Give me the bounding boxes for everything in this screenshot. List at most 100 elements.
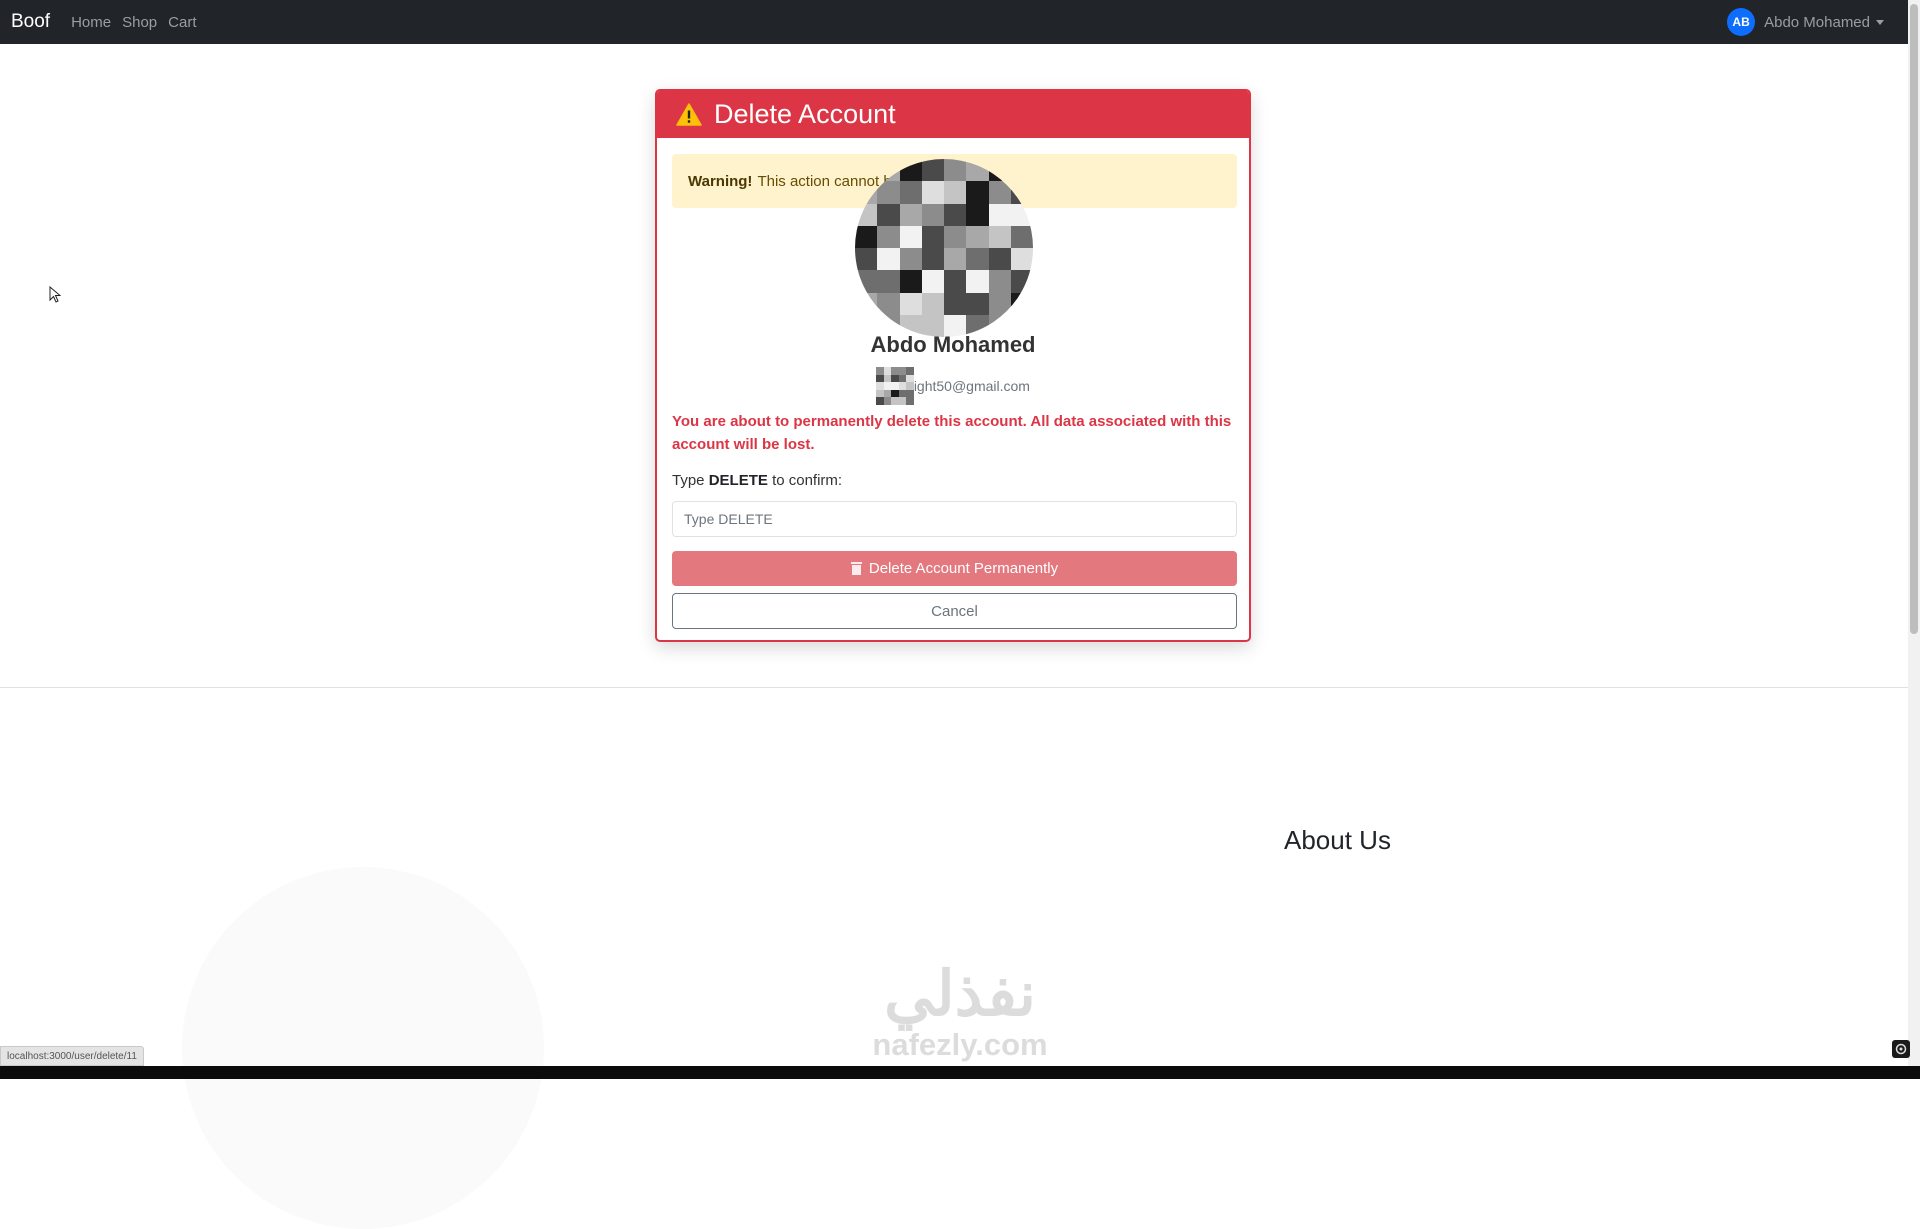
mosaic-cell [876,367,884,375]
mosaic-cell [988,292,1011,315]
mosaic-cell [883,389,892,398]
mosaic-cell [877,292,900,315]
confirm-prefix: Type [672,472,705,489]
mosaic-cell [876,397,884,405]
mosaic-cell [899,203,922,226]
mosaic-cell [906,397,915,405]
mosaic-cell [855,248,878,271]
card-header: Delete Account [657,91,1249,138]
mosaic-cell [944,159,967,182]
user-menu-dropdown[interactable]: AB Abdo Mohamed [1727,0,1884,44]
mosaic-cell [1010,225,1033,248]
scrollbar-thumb[interactable] [1910,4,1918,634]
mosaic-cell [898,389,907,398]
mosaic-cell [906,389,915,398]
mosaic-cell [883,382,892,390]
mosaic-cell [898,382,907,390]
mosaic-cell [906,367,915,375]
confirm-keyword: DELETE [708,472,768,489]
danger-message: You are about to permanently delete this… [672,413,1232,453]
mosaic-cell [891,397,899,405]
mosaic-cell [966,292,989,315]
mosaic-cell [966,248,989,271]
mosaic-cell [891,374,899,383]
confirm-label: Type DELETE to confirm: [672,472,842,489]
mosaic-cell [1010,270,1033,293]
delete-account-card: Delete Account Warning! This action cann… [655,89,1251,642]
confirm-suffix: to confirm: [772,472,843,489]
delete-button-label: Delete Account Permanently [868,560,1059,577]
mosaic-cell [877,181,900,204]
user-avatar: AB [1727,8,1756,36]
watermark-latin: nafezly.com [872,1027,1048,1062]
mosaic-cell [855,270,878,293]
mosaic-cell [891,367,899,375]
mosaic-cell [883,397,892,405]
mosaic-cell [921,270,944,293]
mosaic-cell [944,181,967,204]
mosaic-cell [899,181,922,204]
mosaic-cell [966,181,989,204]
mosaic-cell [855,292,878,315]
watermark: نفذلي nafezly.com [850,960,1070,1060]
alert-strong: Warning! [688,172,753,190]
mosaic-cell [944,292,967,315]
mosaic-cell [898,367,907,375]
mosaic-cell [988,270,1011,293]
mouse-cursor-icon [49,285,62,309]
mosaic-cell [877,248,900,271]
mosaic-cell [877,270,900,293]
mosaic-cell [899,270,922,293]
mosaic-cell [876,389,884,398]
alert-text: This action cannot b [757,172,892,190]
mosaic-cell [921,181,944,204]
nav-link-shop[interactable]: Shop [122,14,157,31]
mosaic-cell [921,292,944,315]
mosaic-cell [1010,248,1033,271]
screen-recorder-icon [1892,1040,1910,1058]
trash-icon [850,562,862,575]
mosaic-cell [966,225,989,248]
mosaic-cell [876,374,884,383]
mosaic-cell [855,225,878,248]
nav-link-home[interactable]: Home [71,14,111,31]
pixelated-image [876,367,915,405]
user-name: Abdo Mohamed [1764,13,1870,31]
brand-logo[interactable]: Boof [11,11,50,33]
mosaic-cell [883,367,892,375]
mosaic-cell [966,270,989,293]
mosaic-cell [899,292,922,315]
card-title: Delete Account [714,99,896,129]
mosaic-cell [906,382,915,390]
mosaic-cell [921,203,944,226]
mosaic-cell [988,248,1011,271]
mosaic-cell [883,374,892,383]
mosaic-cell [898,397,907,405]
section-divider [0,687,1908,688]
nav-link-cart[interactable]: Cart [168,14,196,31]
profile-email-row: night50@gmail.com [657,367,1249,405]
mosaic-cell [877,203,900,226]
mosaic-cell [944,248,967,271]
mosaic-cell [891,382,899,390]
mosaic-cell [899,225,922,248]
mosaic-cell [921,225,944,248]
about-us-heading: About Us [1284,825,1391,855]
mosaic-cell [966,203,989,226]
mosaic-cell [988,203,1011,226]
warning-icon [676,103,702,126]
mosaic-cell [1010,292,1033,315]
mosaic-cell [877,225,900,248]
watermark-arabic: نفذلي [884,960,1036,1029]
mosaic-cell [944,225,967,248]
mosaic-cell [921,248,944,271]
mosaic-cell [876,382,884,390]
mosaic-cell [891,389,899,398]
profile-name: Abdo Mohamed [870,332,1036,357]
mosaic-cell [906,374,915,383]
confirm-delete-input[interactable] [672,501,1237,537]
delete-account-button[interactable]: Delete Account Permanently [672,551,1237,586]
mosaic-cell [944,270,967,293]
page-scrollbar[interactable] [1908,0,1920,1066]
cancel-button[interactable]: Cancel [672,593,1237,629]
